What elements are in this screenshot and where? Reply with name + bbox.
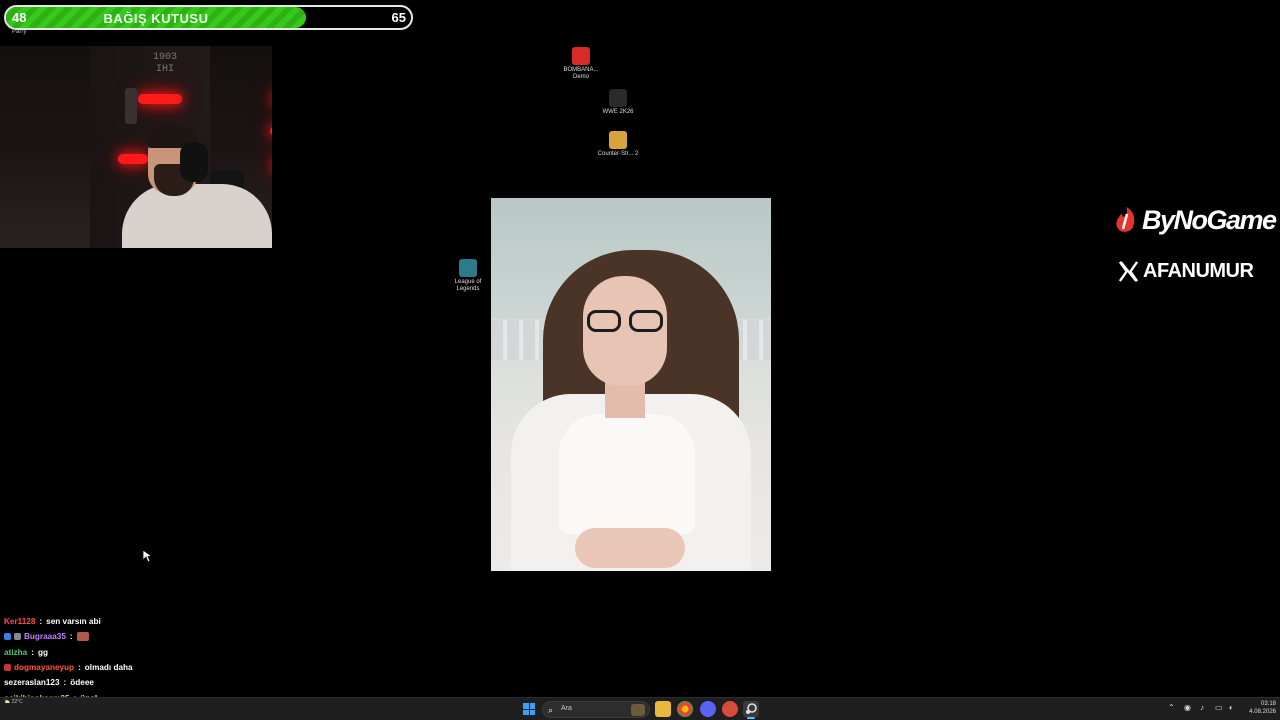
x-logo-icon — [1118, 260, 1139, 282]
donation-progress-bar: 48 BAĞIŞ KUTUSU 65 — [4, 5, 413, 30]
search-highlight-icon — [631, 704, 645, 716]
desktop-icon-label: BOMBANA... Demo — [563, 67, 599, 80]
discord-icon[interactable] — [700, 701, 716, 717]
search-placeholder: Ara — [561, 705, 572, 712]
chat-separator: : — [69, 632, 73, 642]
glasses-icon — [587, 310, 663, 332]
league-of-legends-icon — [459, 259, 477, 277]
chat-text: sen varsın abi — [46, 617, 101, 627]
weather-icon: ⛅ — [4, 699, 11, 705]
chat-username[interactable]: sezeraslan123 — [4, 676, 60, 689]
clock-date: 4.08.2026 — [1249, 709, 1276, 715]
desktop-icon-counter-strike[interactable]: Counter-Str... 2 — [594, 131, 642, 158]
webcam-feed: 1903 IHI — [0, 46, 272, 248]
chat-message: dogmayaneyup: olmadı daha — [4, 660, 304, 675]
chat-message: Bugraaa35: — [4, 629, 304, 644]
photo-top — [559, 414, 695, 534]
system-clock[interactable]: 03:18 4.08.2026 — [1244, 700, 1276, 716]
chat-text: olmadı daha — [84, 663, 133, 673]
neon-light — [118, 154, 148, 164]
sponsor-name: ByNoGame — [1142, 204, 1277, 235]
social-handle-name: AFANUMUR — [1143, 259, 1254, 282]
wwe-game-icon — [609, 89, 627, 107]
network-icon[interactable]: ◉ — [1184, 703, 1191, 712]
neon-light — [270, 126, 272, 136]
chat-username[interactable]: dogmayaneyup — [14, 661, 74, 674]
app-icon[interactable] — [722, 701, 738, 717]
desk-lamp — [125, 88, 137, 124]
streamer-body — [122, 184, 272, 248]
social-handle: AFANUMUR — [1117, 258, 1254, 284]
desktop-icon-label: Counter-Str... 2 — [597, 151, 639, 157]
donation-sub-label: Parry — [12, 29, 27, 35]
chrome-icon[interactable] — [677, 701, 693, 717]
taskbar-search[interactable]: ⌕ Ara — [542, 701, 650, 718]
volume-icon[interactable]: ◖ — [1228, 703, 1233, 712]
donation-title: BAĞIŞ KUTUSU — [103, 11, 209, 26]
wall-sign: 1903 IHI — [152, 52, 177, 75]
chat-username[interactable]: Bugraaa35 — [24, 630, 66, 643]
counter-strike-icon — [609, 131, 627, 149]
chat-text: ödeee — [70, 678, 94, 688]
chat-message: atizha: gg — [4, 645, 304, 660]
start-button[interactable] — [523, 703, 535, 715]
weather-widget[interactable]: ⛅ 22°C — [4, 699, 23, 705]
chat-message: Ker1128: sen varsın abi — [4, 614, 304, 629]
headset — [180, 142, 208, 182]
active-app-indicator — [747, 717, 755, 719]
desktop-icon-bombana[interactable]: BOMBANA... Demo — [557, 47, 605, 81]
chat-separator: : — [39, 617, 43, 627]
microphone-icon[interactable]: ♪ — [1200, 703, 1204, 712]
monitor-icon[interactable]: ▭ — [1215, 703, 1223, 712]
weather-temp: 22°C — [11, 699, 23, 705]
donation-goal-value: 65 — [391, 10, 406, 25]
desktop-icon-label: WWE 2K26 — [602, 109, 634, 115]
chat-text: gg — [37, 647, 48, 657]
chat-emote-icon — [76, 632, 89, 642]
chevron-up-icon[interactable]: ⌃ — [1168, 703, 1175, 712]
chat-badge-icon — [4, 633, 11, 641]
chat-username[interactable]: Ker1128 — [4, 615, 35, 628]
mouse-cursor-icon — [142, 549, 154, 563]
photo-arms — [575, 528, 685, 568]
chat-separator: : — [31, 647, 34, 657]
desktop-icon-label: League of Legends — [454, 279, 482, 292]
steam-icon[interactable] — [743, 701, 759, 719]
neon-light — [138, 94, 182, 104]
chat-badge-icon — [4, 664, 11, 672]
search-icon: ⌕ — [548, 705, 554, 715]
chat-separator: : — [63, 678, 67, 688]
chat-badge-icon — [14, 633, 21, 641]
chat-separator: : — [78, 663, 81, 673]
desktop-icon-league[interactable]: League of Legends — [444, 259, 492, 293]
desktop-icon-wwe[interactable]: WWE 2K26 — [594, 89, 642, 116]
clock-time: 03:18 — [1260, 701, 1276, 707]
taskbar: ⛅ 22°C ⌕ Ara ⌃ ◉ ♪ ▭ ◖ 03:18 4.08.2026 — [0, 697, 1280, 720]
bombana-game-icon — [572, 47, 590, 65]
chat-username[interactable]: atizha — [4, 646, 27, 659]
bynogame-logo-icon — [1116, 207, 1135, 232]
sponsor-logo: ByNoGame — [1114, 204, 1277, 236]
file-explorer-icon[interactable] — [655, 701, 671, 717]
photo-window[interactable] — [491, 198, 771, 571]
chat-message: sezeraslan123: ödeee — [4, 675, 304, 690]
